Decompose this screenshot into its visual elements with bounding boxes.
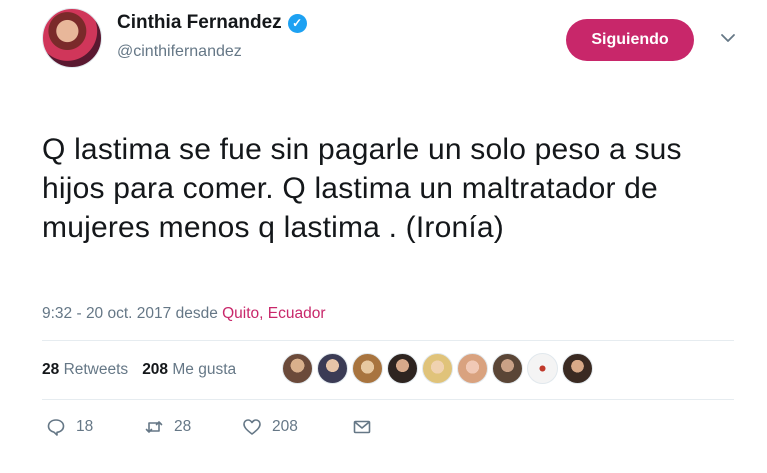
retweet-action[interactable]: 28 xyxy=(144,417,242,437)
display-name[interactable]: Cinthia Fernandez xyxy=(117,12,282,34)
tweet-timestamp[interactable]: 9:32 - 20 oct. 2017 xyxy=(42,305,171,322)
user-handle[interactable]: @cinthifernandez xyxy=(117,43,242,61)
profile-avatar[interactable] xyxy=(42,8,102,68)
retweet-icon xyxy=(145,421,163,433)
retweets-label: Retweets xyxy=(63,361,129,378)
like-action[interactable]: 208 xyxy=(242,417,352,437)
reply-icon xyxy=(47,419,65,436)
retweets-stat[interactable]: 28 Retweets xyxy=(42,361,128,379)
liker-avatar[interactable] xyxy=(457,353,488,384)
liker-avatars xyxy=(282,353,593,384)
retweet-count: 28 xyxy=(174,418,192,435)
liker-avatar[interactable] xyxy=(317,353,348,384)
reply-count: 18 xyxy=(76,418,94,435)
heart-icon xyxy=(243,419,261,435)
tweet-stats: 28 Retweets 208 Me gusta xyxy=(42,361,236,379)
name-row: Cinthia Fernandez ✓ xyxy=(117,12,307,34)
liker-avatar[interactable] xyxy=(352,353,383,384)
likes-stat[interactable]: 208 Me gusta xyxy=(142,361,236,379)
liker-avatar[interactable] xyxy=(282,353,313,384)
liker-avatar[interactable] xyxy=(387,353,418,384)
liker-avatar[interactable] xyxy=(492,353,523,384)
like-count: 208 xyxy=(272,418,298,435)
divider xyxy=(42,340,734,341)
envelope-icon xyxy=(353,420,371,434)
tweet-meta: 9:32 - 20 oct. 2017 desde Quito, Ecuador xyxy=(42,305,326,323)
tweet-text: Q lastima se fue sin pagarle un solo pes… xyxy=(42,133,682,244)
tweet-location[interactable]: Quito, Ecuador xyxy=(222,305,325,322)
likes-label: Me gusta xyxy=(172,361,237,378)
liker-avatar[interactable] xyxy=(422,353,453,384)
direct-message-action[interactable] xyxy=(352,417,372,437)
retweets-count: 28 xyxy=(42,361,60,378)
from-label: desde xyxy=(175,305,218,322)
likes-count: 208 xyxy=(142,361,169,378)
verified-icon: ✓ xyxy=(287,13,307,33)
tweet-actions: 18 28 208 xyxy=(46,417,372,437)
chevron-down-icon[interactable] xyxy=(719,29,737,47)
liker-avatar[interactable] xyxy=(527,353,558,384)
liker-avatar[interactable] xyxy=(562,353,593,384)
divider xyxy=(42,399,734,400)
following-button[interactable]: Siguiendo xyxy=(566,19,694,61)
reply-action[interactable]: 18 xyxy=(46,417,144,437)
